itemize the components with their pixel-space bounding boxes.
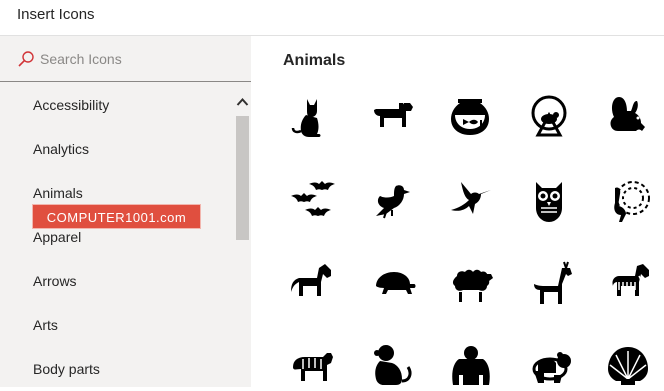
horse-icon[interactable] <box>287 258 337 308</box>
category-analytics[interactable]: Analytics <box>0 127 234 171</box>
search-icon <box>17 50 35 68</box>
gorilla-icon[interactable] <box>445 341 495 387</box>
scroll-up-icon[interactable] <box>236 94 249 106</box>
zebra-icon[interactable] <box>603 258 653 308</box>
section-title: Animals <box>283 52 346 69</box>
category-arrows[interactable]: Arrows <box>0 259 234 303</box>
dog-icon[interactable] <box>366 91 416 141</box>
search-input[interactable] <box>40 49 230 69</box>
hummingbird-icon[interactable] <box>445 176 495 226</box>
icon-gallery: Animals <box>251 36 664 387</box>
sheep-icon[interactable] <box>445 258 495 308</box>
peacock-icon[interactable] <box>603 176 653 226</box>
monkey-icon[interactable] <box>366 341 416 387</box>
bats-icon[interactable] <box>287 176 337 226</box>
shell-icon[interactable] <box>603 341 653 387</box>
deer-icon[interactable] <box>524 258 574 308</box>
owl-icon[interactable] <box>524 176 574 226</box>
bird-icon[interactable] <box>366 176 416 226</box>
category-list: Accessibility Analytics Animals Apparel … <box>0 83 234 391</box>
watermark-banner: COMPUTER1001.com <box>32 204 201 229</box>
search-box[interactable] <box>0 36 251 82</box>
turtle-icon[interactable] <box>366 258 416 308</box>
title-bar: Insert Icons <box>0 0 664 36</box>
category-accessibility[interactable]: Accessibility <box>0 83 234 127</box>
hamster-wheel-icon[interactable] <box>524 91 574 141</box>
panda-icon[interactable] <box>524 341 574 387</box>
rabbit-icon[interactable] <box>603 91 653 141</box>
category-body-parts[interactable]: Body parts <box>0 347 234 391</box>
dialog-title: Insert Icons <box>17 6 95 23</box>
category-scrollbar[interactable] <box>234 82 251 387</box>
tiger-icon[interactable] <box>287 341 337 387</box>
fishbowl-icon[interactable] <box>445 91 495 141</box>
category-arts[interactable]: Arts <box>0 303 234 347</box>
cat-icon[interactable] <box>287 91 337 141</box>
scrollbar-thumb[interactable] <box>236 116 249 240</box>
